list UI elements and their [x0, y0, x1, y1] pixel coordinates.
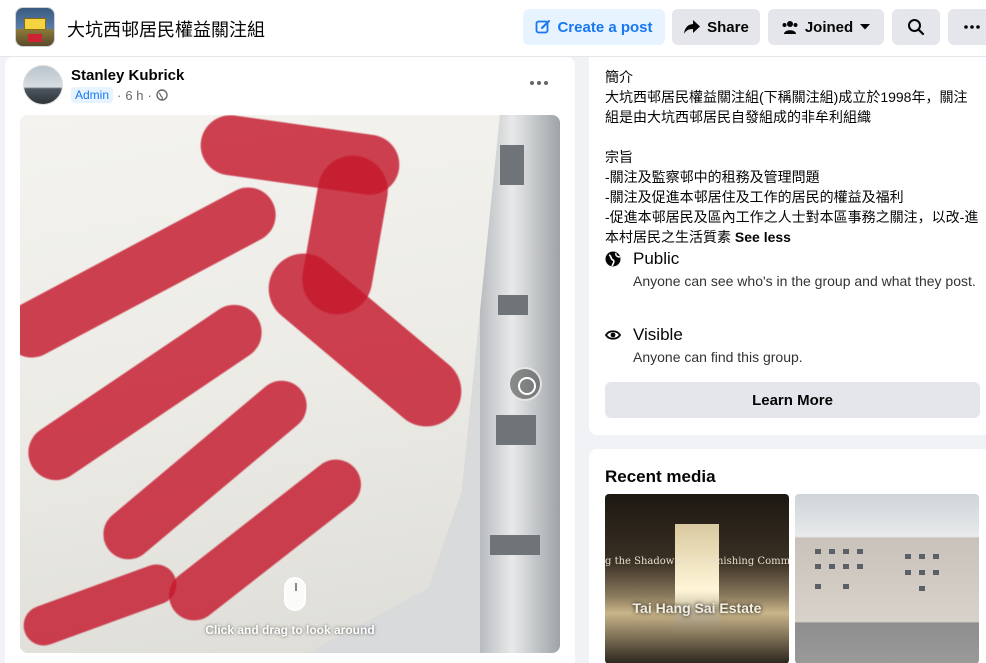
- edit-icon: [536, 20, 551, 34]
- media-caption-top: g the Shadows of a Vanishing Comm: [605, 556, 789, 567]
- privacy-description: Anyone can see who's in the group and wh…: [633, 273, 976, 289]
- share-icon: [684, 20, 701, 34]
- search-button[interactable]: [892, 9, 940, 45]
- protest-banner: [20, 115, 500, 653]
- group-icon: [782, 21, 798, 34]
- privacy-title: Public: [633, 249, 680, 268]
- meta-separator: ·: [117, 87, 122, 103]
- recent-media-card: Recent media g the Shadows of a Vanishin…: [589, 449, 986, 663]
- visibility-title: Visible: [633, 325, 683, 344]
- eye-icon: [605, 330, 621, 340]
- share-label: Share: [707, 18, 749, 36]
- chevron-down-icon: [860, 24, 871, 30]
- joined-label: Joined: [804, 18, 854, 36]
- media-thumbnail[interactable]: g the Shadows of a Vanishing Comm Tai Ha…: [605, 494, 789, 663]
- recent-media-title: Recent media: [605, 467, 716, 486]
- description-text: 簡介 大坑西邨居民權益關注組(下稱關注組)成立於1998年，關注組是由大坑西邨居…: [605, 69, 979, 245]
- drag-hint-text: Click and drag to look around: [205, 623, 375, 637]
- post-card: Stanley Kubrick Admin · 6 h · Click and …: [5, 57, 575, 663]
- media-thumbnail[interactable]: [795, 494, 979, 663]
- mouse-icon: [284, 577, 306, 611]
- globe-icon: [605, 251, 621, 267]
- post-time[interactable]: 6 h: [125, 88, 143, 103]
- post-options-button[interactable]: [525, 71, 553, 95]
- learn-more-button[interactable]: Learn More: [605, 382, 980, 418]
- group-name[interactable]: 大坑西邨居民權益關注組: [67, 16, 265, 42]
- search-icon: [908, 19, 925, 36]
- visibility-description: Anyone can find this group.: [633, 349, 803, 365]
- avatar[interactable]: [23, 65, 63, 105]
- share-button[interactable]: Share: [672, 9, 760, 45]
- panorama-icon[interactable]: [508, 367, 542, 401]
- about-card: 簡介 大坑西邨居民權益關注組(下稱關注組)成立於1998年，關注組是由大坑西邨居…: [589, 57, 986, 435]
- panorama-photo[interactable]: Click and drag to look around: [20, 115, 560, 653]
- joined-button[interactable]: Joined: [768, 9, 884, 45]
- group-cover-thumbnail[interactable]: [15, 7, 55, 47]
- group-header-bar: 大坑西邨居民權益關注組 Create a post Share Joined: [0, 0, 986, 57]
- see-less-link[interactable]: See less: [735, 229, 791, 245]
- create-post-button[interactable]: Create a post: [523, 9, 665, 45]
- post-meta: Admin · 6 h ·: [71, 87, 168, 103]
- media-caption-main: Tai Hang Sai Estate: [632, 600, 762, 616]
- more-options-button[interactable]: [948, 9, 986, 45]
- post-author[interactable]: Stanley Kubrick: [71, 67, 184, 84]
- more-icon: [964, 25, 980, 29]
- meta-separator: ·: [147, 87, 152, 103]
- group-description: 簡介 大坑西邨居民權益關注組(下稱關注組)成立於1998年，關注組是由大坑西邨居…: [605, 67, 981, 247]
- admin-badge[interactable]: Admin: [71, 87, 114, 103]
- globe-icon: [156, 89, 168, 101]
- create-post-label: Create a post: [557, 18, 653, 36]
